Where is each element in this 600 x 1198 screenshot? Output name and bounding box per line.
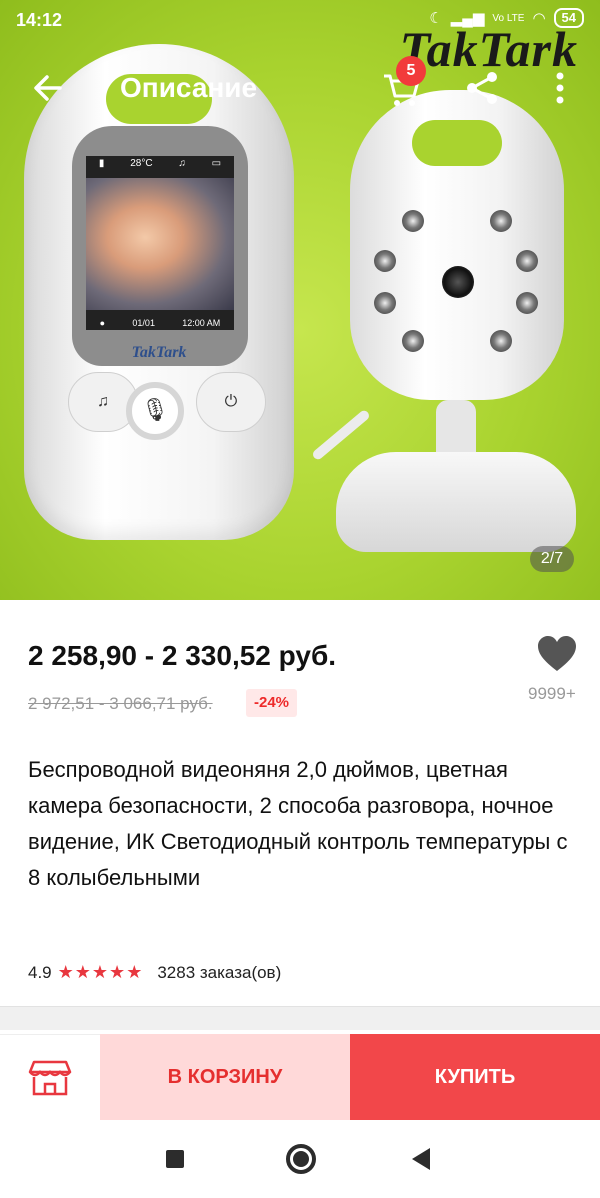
screen-top-row: ▮ 28°C ♫ ▭ [86, 158, 234, 169]
ir-led-icon [490, 210, 512, 232]
ir-led-icon [374, 292, 396, 314]
store-icon [28, 1060, 72, 1095]
orders-count: 3283 заказа(ов) [157, 962, 282, 982]
monitor-brand-label: TakTark [131, 344, 187, 361]
system-navigation-bar [0, 1120, 600, 1198]
sleeping-baby-picture [86, 178, 234, 310]
home-icon[interactable] [286, 1144, 316, 1174]
share-icon[interactable] [462, 68, 502, 108]
battery-icon: 54 [553, 8, 584, 28]
signal-icon: ▮ [98, 158, 105, 169]
mic-small-icon: ● [99, 318, 106, 328]
ir-led-icon [402, 210, 424, 232]
image-counter: 2/7 [530, 546, 574, 572]
ir-led-icon [402, 330, 424, 352]
product-title: Беспроводной видеоняня 2,0 дюймов, цветн… [28, 757, 568, 890]
old-price: 2 972,51 - 3 066,71 руб. [28, 694, 213, 713]
price-range: 2 258,90 - 2 330,52 руб. [28, 640, 337, 671]
section-divider [0, 1006, 600, 1030]
add-to-cart-button[interactable]: В КОРЗИНУ [100, 1034, 350, 1120]
wishlist-count: 9999+ [528, 684, 576, 703]
baby-monitor-parent-unit: ▮ 28°C ♫ ▭ ● 01/01 12:00 AM TakTark ♫ ⏻ … [24, 44, 294, 540]
music-icon: ♫ [178, 158, 186, 169]
ir-led-icon [374, 250, 396, 272]
screen-bottom-row: ● 01/01 12:00 AM [86, 318, 234, 328]
ir-led-icon [516, 250, 538, 272]
monitor-screen-frame: ▮ 28°C ♫ ▭ ● 01/01 12:00 AM [72, 126, 248, 366]
camera-lens [442, 266, 474, 298]
microphone-icon: 🎙 [126, 382, 184, 440]
status-icons: ☾ ▂▄▆ Vo LTE ◠ 54 [429, 8, 584, 28]
camera-antenna [310, 408, 372, 462]
screen-page: 01/01 [132, 318, 155, 328]
back-arrow-icon[interactable] [28, 68, 68, 108]
screen-battery-icon: ▭ [211, 158, 222, 169]
product-image-gallery[interactable]: ▮ 28°C ♫ ▭ ● 01/01 12:00 AM TakTark ♫ ⏻ … [0, 0, 600, 600]
network-label: Vo LTE [492, 12, 525, 24]
buy-now-button[interactable]: КУПИТЬ [350, 1034, 600, 1120]
signal-bars-icon: ▂▄▆ [450, 10, 485, 27]
screen-time: 12:00 AM [182, 318, 221, 328]
baby-camera-unit [350, 90, 564, 400]
more-options-icon[interactable] [545, 68, 575, 108]
page-title: Описание [120, 72, 258, 103]
power-button-icon: ⏻ [196, 372, 266, 432]
ir-led-icon [490, 330, 512, 352]
system-back-icon[interactable] [412, 1148, 430, 1170]
ir-led-icon [516, 292, 538, 314]
wifi-icon: ◠ [532, 10, 546, 27]
status-time: 14:12 [16, 10, 63, 30]
recent-apps-icon[interactable] [166, 1150, 184, 1168]
rating-stars-icon: ★★★★★ [57, 962, 144, 982]
camera-handle-cutout [412, 120, 502, 166]
discount-badge: -24% [246, 689, 298, 717]
cart-count-badge: 5 [396, 56, 426, 86]
bottom-action-bar: В КОРЗИНУ КУПИТЬ [0, 1034, 600, 1120]
heart-icon[interactable] [536, 634, 578, 674]
store-button[interactable] [0, 1034, 100, 1120]
monitor-screen: ▮ 28°C ♫ ▭ ● 01/01 12:00 AM [86, 156, 234, 330]
moon-icon: ☾ [429, 10, 443, 27]
rating-value: 4.9 [28, 962, 52, 982]
screen-temperature: 28°C [130, 158, 153, 169]
camera-base [336, 452, 576, 552]
rating-row[interactable]: 4.9 ★★★★★ 3283 заказа(ов) [28, 962, 281, 983]
